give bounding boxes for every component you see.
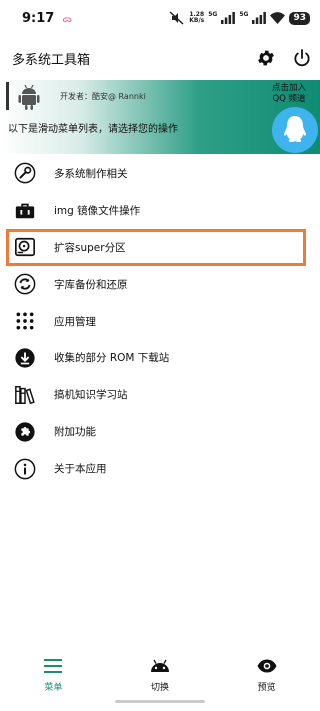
menu-item-about[interactable]: 关于本应用 [0, 450, 320, 487]
app-bar: 多系统工具箱 [0, 36, 320, 80]
menu-item-img[interactable]: img 镜像文件操作 [0, 192, 320, 229]
info-icon [13, 457, 37, 481]
battery-indicator: 93 [289, 11, 310, 25]
grid-dots-icon [13, 309, 37, 333]
settings-button[interactable] [248, 40, 284, 76]
menu-item-label: 收集的部分 ROM 下载站 [54, 352, 170, 365]
app-title: 多系统工具箱 [12, 52, 91, 68]
signal-icon [221, 12, 236, 24]
banner-description: 以下是滑动菜单列表，请选择您的操作 [8, 124, 178, 135]
menu-item-multi-system[interactable]: 多系统制作相关 [0, 155, 320, 192]
join-qq-label[interactable]: 点击加入 QQ 频道 [264, 83, 314, 105]
nav-tab-label: 切换 [151, 683, 170, 693]
signal-icon-2 [252, 12, 267, 24]
header-banner: 开发者：酷安@ Rannki 以下是滑动菜单列表，请选择您的操作 点击加入 QQ… [0, 80, 320, 154]
toolbox-icon [13, 198, 37, 222]
banner-accent-bar [6, 82, 9, 110]
developer-credit: 开发者：酷安@ Rannki [60, 92, 146, 101]
nav-tab-label: 菜单 [44, 683, 63, 693]
menu-item-font-backup[interactable]: 字库备份和还原 [0, 266, 320, 303]
home-indicator[interactable] [115, 700, 205, 703]
app-actions [248, 40, 320, 76]
android-icon [149, 656, 171, 676]
eye-icon [256, 656, 278, 676]
mute-icon [169, 11, 184, 25]
notification-icon: ᯅ [62, 14, 73, 25]
menu-item-label: 关于本应用 [54, 463, 107, 476]
wrench-icon [13, 161, 37, 185]
menu-item-rom-download[interactable]: 收集的部分 ROM 下载站 [0, 339, 320, 376]
bottom-navigation: 菜单 切换 预览 [0, 656, 320, 696]
menu-item-app-manage[interactable]: 应用管理 [0, 303, 320, 340]
qq-penguin-icon [284, 116, 306, 142]
network-type-1: 5G [208, 10, 218, 18]
hard-drive-icon [13, 235, 37, 259]
status-time: 9:17 [22, 10, 55, 26]
menu-item-label: 扩容super分区 [54, 241, 126, 254]
nav-tab-switch[interactable]: 切换 [107, 656, 214, 696]
menu-item-label: 应用管理 [54, 315, 96, 328]
qq-channel-button[interactable] [272, 107, 318, 153]
menu-item-expand-super[interactable]: 扩容super分区 [6, 228, 306, 266]
menu-item-label: 多系统制作相关 [54, 167, 128, 180]
puzzle-icon [13, 420, 37, 444]
nav-tab-menu[interactable]: 菜单 [0, 656, 107, 696]
menu-item-label: img 镜像文件操作 [54, 204, 141, 217]
status-icons: 1.28 KB/s 5G 5G 93 [169, 11, 310, 25]
menu-item-label: 附加功能 [54, 426, 96, 439]
power-button[interactable] [284, 40, 320, 76]
sync-icon [13, 272, 37, 296]
network-type-2: 5G [239, 10, 249, 18]
menu-list: 多系统制作相关 img 镜像文件操作 扩容super分区 字库备份和还原 应用管… [0, 155, 320, 487]
menu-item-label: 搞机知识学习站 [54, 389, 128, 402]
download-circle-icon [13, 346, 37, 370]
menu-icon [42, 656, 64, 676]
books-icon [13, 383, 37, 407]
status-bar: 9:17 ᯅ 1.28 KB/s 5G 5G 93 [0, 0, 320, 36]
nav-tab-preview[interactable]: 预览 [213, 656, 320, 696]
menu-item-label: 字库备份和还原 [54, 278, 128, 291]
menu-item-extra[interactable]: 附加功能 [0, 413, 320, 450]
power-icon [294, 49, 310, 67]
android-robot-icon [18, 84, 40, 110]
gear-icon [258, 50, 274, 66]
menu-item-knowledge[interactable]: 搞机知识学习站 [0, 376, 320, 413]
nav-tab-label: 预览 [257, 683, 276, 693]
net-speed: 1.28 KB/s [189, 11, 205, 24]
wifi-icon [270, 12, 286, 24]
